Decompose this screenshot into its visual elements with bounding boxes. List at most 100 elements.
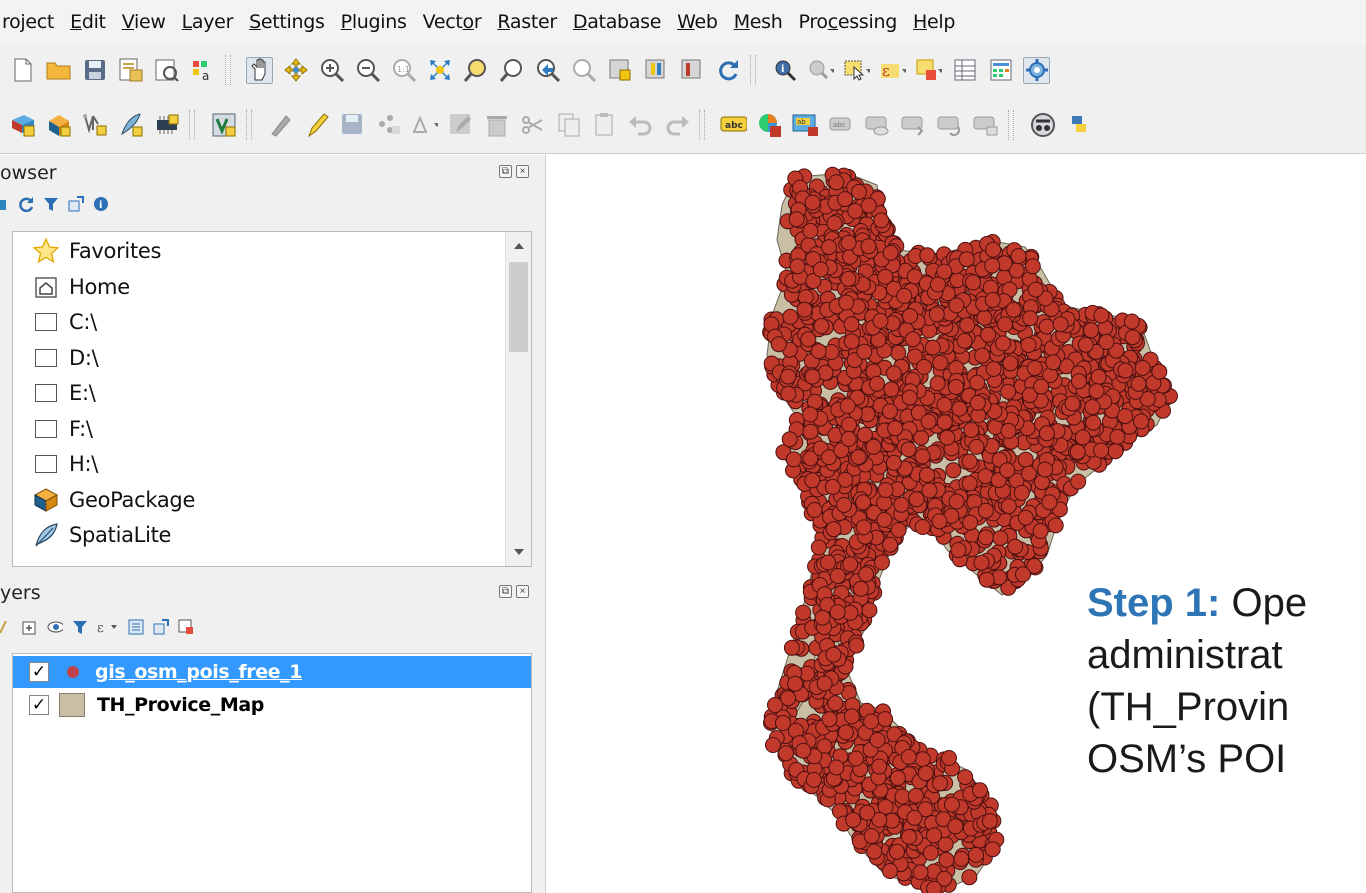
zoom-to-selection-icon[interactable] bbox=[462, 57, 489, 84]
browser-item[interactable]: Home bbox=[33, 270, 130, 304]
run-action-icon[interactable] bbox=[807, 57, 834, 84]
zoom-next-icon[interactable] bbox=[570, 57, 597, 84]
layer-visibility-checkbox[interactable]: ✓ bbox=[29, 695, 49, 715]
select-by-expression-icon[interactable]: ε bbox=[879, 57, 906, 84]
browser-item[interactable]: E:\ bbox=[33, 376, 96, 410]
zoom-full-icon[interactable] bbox=[426, 57, 453, 84]
float-panel-icon[interactable]: ⧉ bbox=[499, 585, 512, 598]
open-project-icon[interactable] bbox=[45, 57, 72, 84]
layer-row[interactable]: ✓ TH_Provice_Map bbox=[13, 689, 531, 721]
menu-item[interactable]: Layer bbox=[174, 11, 242, 33]
highlight-pinned-labels-icon[interactable]: ab bbox=[792, 111, 819, 138]
new-geopackage-layer-icon[interactable] bbox=[45, 111, 72, 138]
data-source-manager-icon[interactable] bbox=[9, 111, 36, 138]
change-label-icon[interactable] bbox=[972, 111, 999, 138]
manage-visibility-icon[interactable] bbox=[47, 619, 63, 635]
current-edits-icon[interactable] bbox=[267, 111, 294, 138]
deselect-features-icon[interactable] bbox=[915, 57, 942, 84]
style-manager-icon[interactable]: a bbox=[189, 57, 216, 84]
refresh-icon[interactable] bbox=[714, 57, 741, 84]
browser-item[interactable]: SpatiaLite bbox=[33, 518, 171, 552]
quickmapservices-icon[interactable] bbox=[1029, 111, 1056, 138]
show-hide-labels-icon[interactable] bbox=[864, 111, 891, 138]
python-console-icon[interactable] bbox=[1065, 111, 1092, 138]
save-as-icon[interactable] bbox=[117, 57, 144, 84]
menu-item[interactable]: Help bbox=[905, 11, 963, 33]
attribute-table-icon[interactable] bbox=[951, 57, 978, 84]
scroll-up-icon[interactable] bbox=[506, 234, 531, 258]
rotate-label-icon[interactable] bbox=[936, 111, 963, 138]
pan-to-selection-icon[interactable] bbox=[282, 57, 309, 84]
zoom-native-icon[interactable]: 1:1 bbox=[390, 57, 417, 84]
filter-by-expression-icon[interactable]: ε bbox=[97, 619, 119, 635]
select-features-icon[interactable] bbox=[843, 57, 870, 84]
menu-item[interactable]: roject bbox=[0, 11, 62, 33]
save-project-icon[interactable] bbox=[81, 57, 108, 84]
properties-icon[interactable]: i bbox=[93, 196, 109, 212]
browser-item[interactable]: C:\ bbox=[33, 305, 97, 339]
new-shapefile-icon[interactable] bbox=[81, 111, 108, 138]
collapse-all-icon[interactable] bbox=[68, 196, 84, 212]
pan-map-icon[interactable] bbox=[246, 56, 273, 84]
undo-icon[interactable] bbox=[627, 111, 654, 138]
expand-all-icon[interactable] bbox=[128, 619, 144, 635]
identify-features-icon[interactable]: i bbox=[771, 57, 798, 84]
zoom-in-icon[interactable] bbox=[318, 57, 345, 84]
cut-features-icon[interactable] bbox=[519, 111, 546, 138]
zoom-out-icon[interactable] bbox=[354, 57, 381, 84]
pin-labels-icon[interactable]: abc bbox=[828, 111, 855, 138]
redo-icon[interactable] bbox=[663, 111, 690, 138]
browser-item[interactable]: H:\ bbox=[33, 447, 98, 481]
menu-item[interactable]: Vector bbox=[415, 11, 490, 33]
menu-item[interactable]: Processing bbox=[791, 11, 905, 33]
delete-selected-icon[interactable] bbox=[483, 111, 510, 138]
browser-scrollbar[interactable] bbox=[505, 232, 531, 566]
add-point-icon[interactable] bbox=[375, 111, 402, 138]
menu-item[interactable]: View bbox=[114, 11, 174, 33]
scroll-down-icon[interactable] bbox=[506, 540, 531, 564]
add-layer-icon[interactable] bbox=[0, 196, 8, 212]
print-layout-icon[interactable] bbox=[153, 57, 180, 84]
map-canvas[interactable]: Step 1: Ope administrat (TH_Provin OSM’s… bbox=[547, 155, 1366, 893]
toggle-editing-icon[interactable] bbox=[303, 111, 330, 138]
show-bookmarks-icon[interactable] bbox=[642, 57, 669, 84]
diagram-icon[interactable] bbox=[756, 111, 783, 138]
refresh-icon[interactable] bbox=[18, 196, 34, 212]
processing-toolbox-icon[interactable] bbox=[1023, 56, 1050, 84]
labeling-icon[interactable]: abc bbox=[720, 111, 747, 138]
move-label-icon[interactable] bbox=[900, 111, 927, 138]
browser-item[interactable]: F:\ bbox=[33, 412, 93, 446]
menu-item[interactable]: Plugins bbox=[333, 11, 415, 33]
add-group-icon[interactable] bbox=[22, 619, 38, 635]
menu-item[interactable]: Edit bbox=[62, 11, 114, 33]
zoom-last-icon[interactable] bbox=[534, 57, 561, 84]
menu-item[interactable]: Mesh bbox=[726, 11, 791, 33]
temporal-icon[interactable] bbox=[678, 57, 705, 84]
save-edits-icon[interactable] bbox=[339, 111, 366, 138]
layer-row[interactable]: ✓ gis_osm_pois_free_1 bbox=[13, 656, 531, 688]
collapse-all-icon[interactable] bbox=[153, 619, 169, 635]
virtual-layer-icon[interactable] bbox=[210, 111, 237, 138]
remove-layer-icon[interactable] bbox=[178, 619, 194, 635]
scroll-thumb[interactable] bbox=[509, 262, 528, 352]
float-panel-icon[interactable]: ⧉ bbox=[499, 165, 512, 178]
vertex-tool-icon[interactable] bbox=[411, 111, 438, 138]
browser-item[interactable]: Favorites bbox=[33, 234, 161, 268]
layer-style-icon[interactable] bbox=[0, 619, 8, 635]
browser-item[interactable]: GeoPackage bbox=[33, 483, 195, 517]
close-panel-icon[interactable]: × bbox=[516, 165, 529, 178]
browser-item[interactable]: D:\ bbox=[33, 341, 99, 375]
paste-features-icon[interactable] bbox=[591, 111, 618, 138]
new-project-icon[interactable] bbox=[9, 57, 36, 84]
menu-item[interactable]: Web bbox=[669, 11, 726, 33]
menu-item[interactable]: Raster bbox=[489, 11, 564, 33]
modify-attributes-icon[interactable] bbox=[447, 111, 474, 138]
menu-item[interactable]: Database bbox=[565, 11, 669, 33]
copy-features-icon[interactable] bbox=[555, 111, 582, 138]
new-bookmark-icon[interactable] bbox=[606, 57, 633, 84]
layer-visibility-checkbox[interactable]: ✓ bbox=[29, 662, 49, 682]
menu-item[interactable]: Settings bbox=[241, 11, 333, 33]
new-memory-layer-icon[interactable] bbox=[153, 111, 180, 138]
new-spatialite-icon[interactable] bbox=[117, 111, 144, 138]
zoom-to-layer-icon[interactable] bbox=[498, 57, 525, 84]
